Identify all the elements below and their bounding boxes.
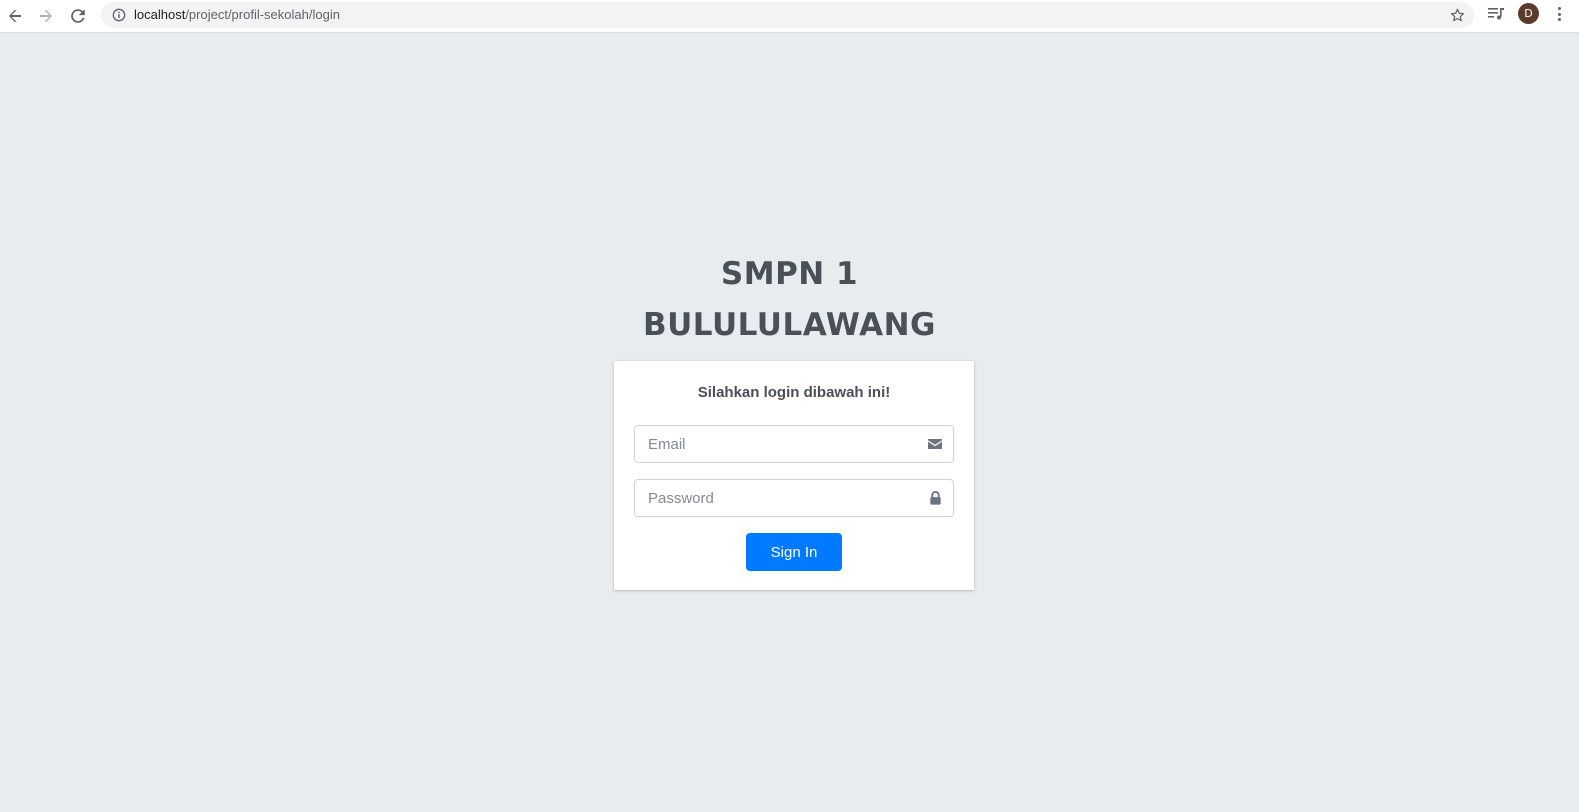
kebab-menu-icon[interactable]	[1553, 5, 1565, 23]
envelope-icon	[927, 436, 943, 452]
back-arrow-icon[interactable]	[3, 4, 27, 28]
login-card: Silahkan login dibawah ini! Sign In	[614, 361, 974, 590]
email-input-group	[634, 425, 954, 463]
sign-in-button[interactable]: Sign In	[746, 533, 842, 571]
brand-line-2: BULULULAWANG	[643, 307, 936, 343]
url-path: /project/profil-sekolah/login	[185, 7, 340, 22]
profile-avatar[interactable]: D	[1518, 3, 1539, 24]
forward-arrow-icon[interactable]	[34, 4, 58, 28]
info-icon[interactable]	[111, 7, 127, 23]
browser-toolbar: localhost/project/profil-sekolah/login D	[0, 0, 1579, 33]
password-field[interactable]	[635, 480, 915, 516]
password-input-group	[634, 479, 954, 517]
login-page: SMPN 1 BULULULAWANG Silahkan login dibaw…	[0, 33, 1579, 812]
media-queue-icon[interactable]	[1487, 5, 1505, 23]
star-icon[interactable]	[1448, 6, 1466, 24]
lock-icon	[927, 490, 943, 506]
address-bar[interactable]: localhost/project/profil-sekolah/login	[101, 2, 1474, 28]
reload-icon[interactable]	[66, 4, 90, 28]
email-field[interactable]	[635, 426, 915, 462]
login-message: Silahkan login dibawah ini!	[697, 384, 891, 401]
school-name: SMPN 1 BULULULAWANG	[0, 249, 1579, 351]
url-host: localhost	[134, 7, 186, 22]
url-text[interactable]: localhost/project/profil-sekolah/login	[134, 7, 340, 22]
brand-line-1: SMPN 1	[720, 256, 859, 292]
